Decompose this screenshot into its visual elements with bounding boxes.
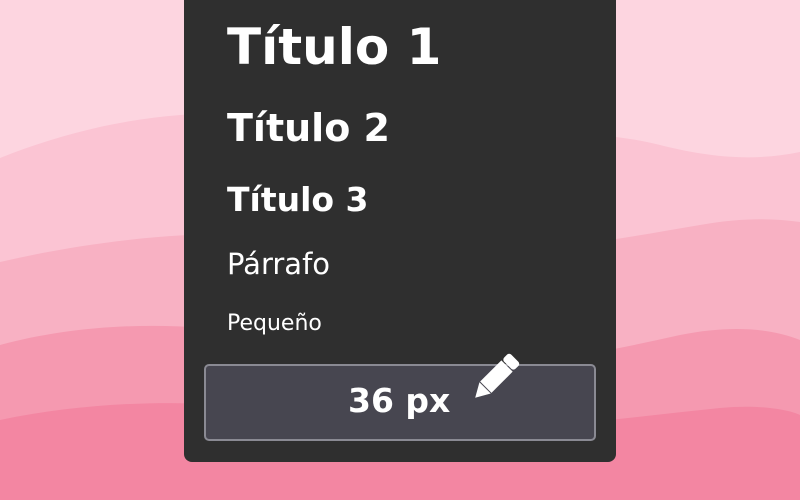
heading-3-option[interactable]: Título 3 xyxy=(227,183,369,216)
heading-1-option[interactable]: Título 1 xyxy=(227,22,441,72)
heading-2-option[interactable]: Título 2 xyxy=(227,109,390,147)
small-option[interactable]: Pequeño xyxy=(227,313,322,335)
pencil-icon[interactable] xyxy=(463,346,527,410)
font-size-value: 36 px xyxy=(348,381,451,420)
paragraph-option[interactable]: Párrafo xyxy=(227,250,330,279)
font-size-field[interactable]: 36 px xyxy=(204,353,596,441)
